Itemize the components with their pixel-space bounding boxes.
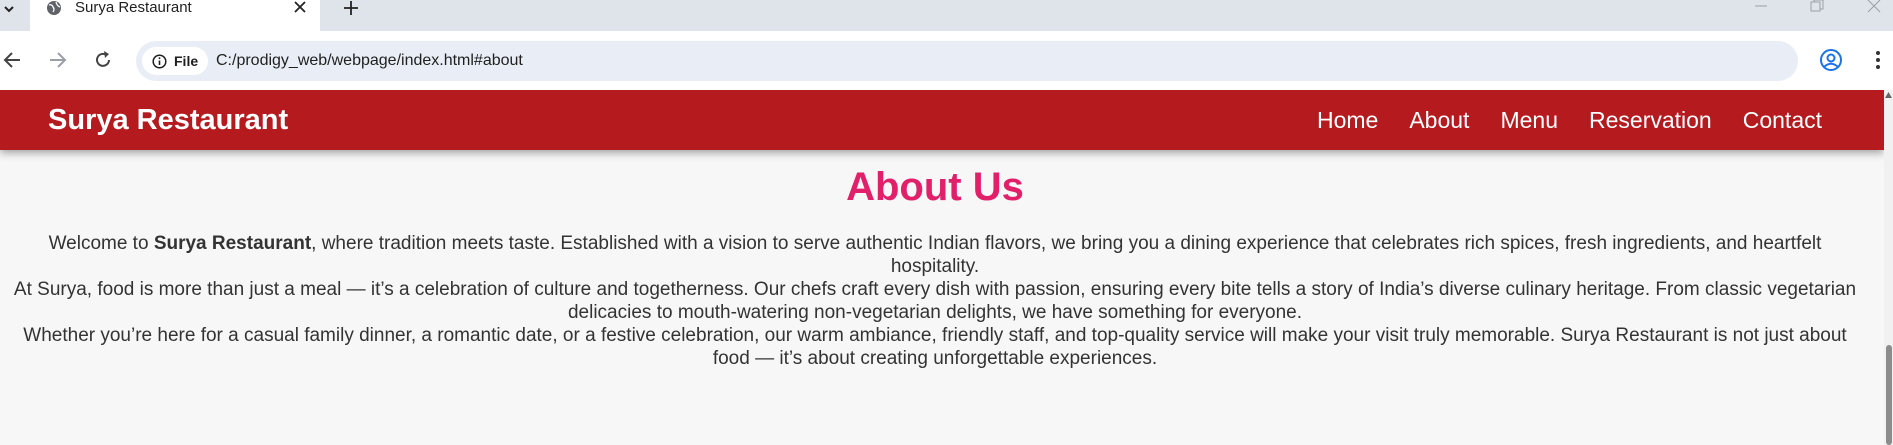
- about-p1-intro: Welcome to: [48, 233, 154, 254]
- about-paragraph-1: Welcome to Surya Restaurant, where tradi…: [12, 232, 1858, 278]
- about-p1-rest: , where tradition meets taste. Establish…: [311, 233, 1822, 277]
- site-info-chip[interactable]: File: [142, 47, 208, 75]
- url-text[interactable]: C:/prodigy_web/webpage/index.html#about: [216, 52, 523, 70]
- close-icon[interactable]: [292, 0, 308, 16]
- browser-tab[interactable]: Surya Restaurant: [30, 0, 320, 31]
- nav-menu[interactable]: Menu: [1500, 107, 1558, 134]
- page-viewport: Surya Restaurant Home About Menu Reserva…: [0, 90, 1893, 445]
- forward-icon[interactable]: [46, 49, 68, 71]
- close-window-icon[interactable]: [1866, 0, 1882, 14]
- nav-about[interactable]: About: [1409, 107, 1469, 134]
- page-scrollbar[interactable]: [1884, 90, 1893, 445]
- about-heading: About Us: [846, 165, 1024, 209]
- site-brand[interactable]: Surya Restaurant: [48, 104, 288, 137]
- minimize-icon[interactable]: [1753, 0, 1769, 14]
- about-paragraph-3: Whether you’re here for a casual family …: [23, 325, 1847, 369]
- address-bar[interactable]: File C:/prodigy_web/webpage/index.html#a…: [136, 41, 1798, 81]
- tab-title: Surya Restaurant: [75, 0, 192, 16]
- nav-contact[interactable]: Contact: [1743, 107, 1822, 134]
- info-icon: [152, 53, 167, 69]
- file-chip-label: File: [174, 53, 199, 69]
- site-header: Surya Restaurant Home About Menu Reserva…: [0, 90, 1884, 150]
- profile-icon[interactable]: [1819, 48, 1843, 72]
- about-paragraph-2: At Surya, food is more than just a meal …: [13, 279, 1857, 323]
- nav-reservation[interactable]: Reservation: [1589, 107, 1712, 134]
- menu-icon[interactable]: [1866, 48, 1890, 72]
- about-text: Welcome to Surya Restaurant, where tradi…: [0, 232, 1870, 370]
- tab-strip: Surya Restaurant: [0, 0, 1893, 31]
- scroll-up-arrow-icon[interactable]: [1885, 90, 1892, 100]
- site-nav: Home About Menu Reservation Contact: [1286, 107, 1822, 134]
- browser-toolbar: File C:/prodigy_web/webpage/index.html#a…: [0, 31, 1893, 90]
- about-p1-restaurant-name: Surya Restaurant: [153, 233, 312, 254]
- back-icon[interactable]: [2, 49, 24, 71]
- globe-icon: [47, 1, 61, 15]
- nav-home[interactable]: Home: [1317, 107, 1378, 134]
- about-section: About Us Welcome to Surya Restaurant, wh…: [0, 164, 1870, 370]
- plus-icon[interactable]: [342, 0, 360, 18]
- reload-icon[interactable]: [92, 49, 114, 71]
- tab-search-icon[interactable]: [0, 0, 18, 18]
- restore-icon[interactable]: [1808, 0, 1824, 14]
- scrollbar-thumb[interactable]: [1886, 345, 1892, 445]
